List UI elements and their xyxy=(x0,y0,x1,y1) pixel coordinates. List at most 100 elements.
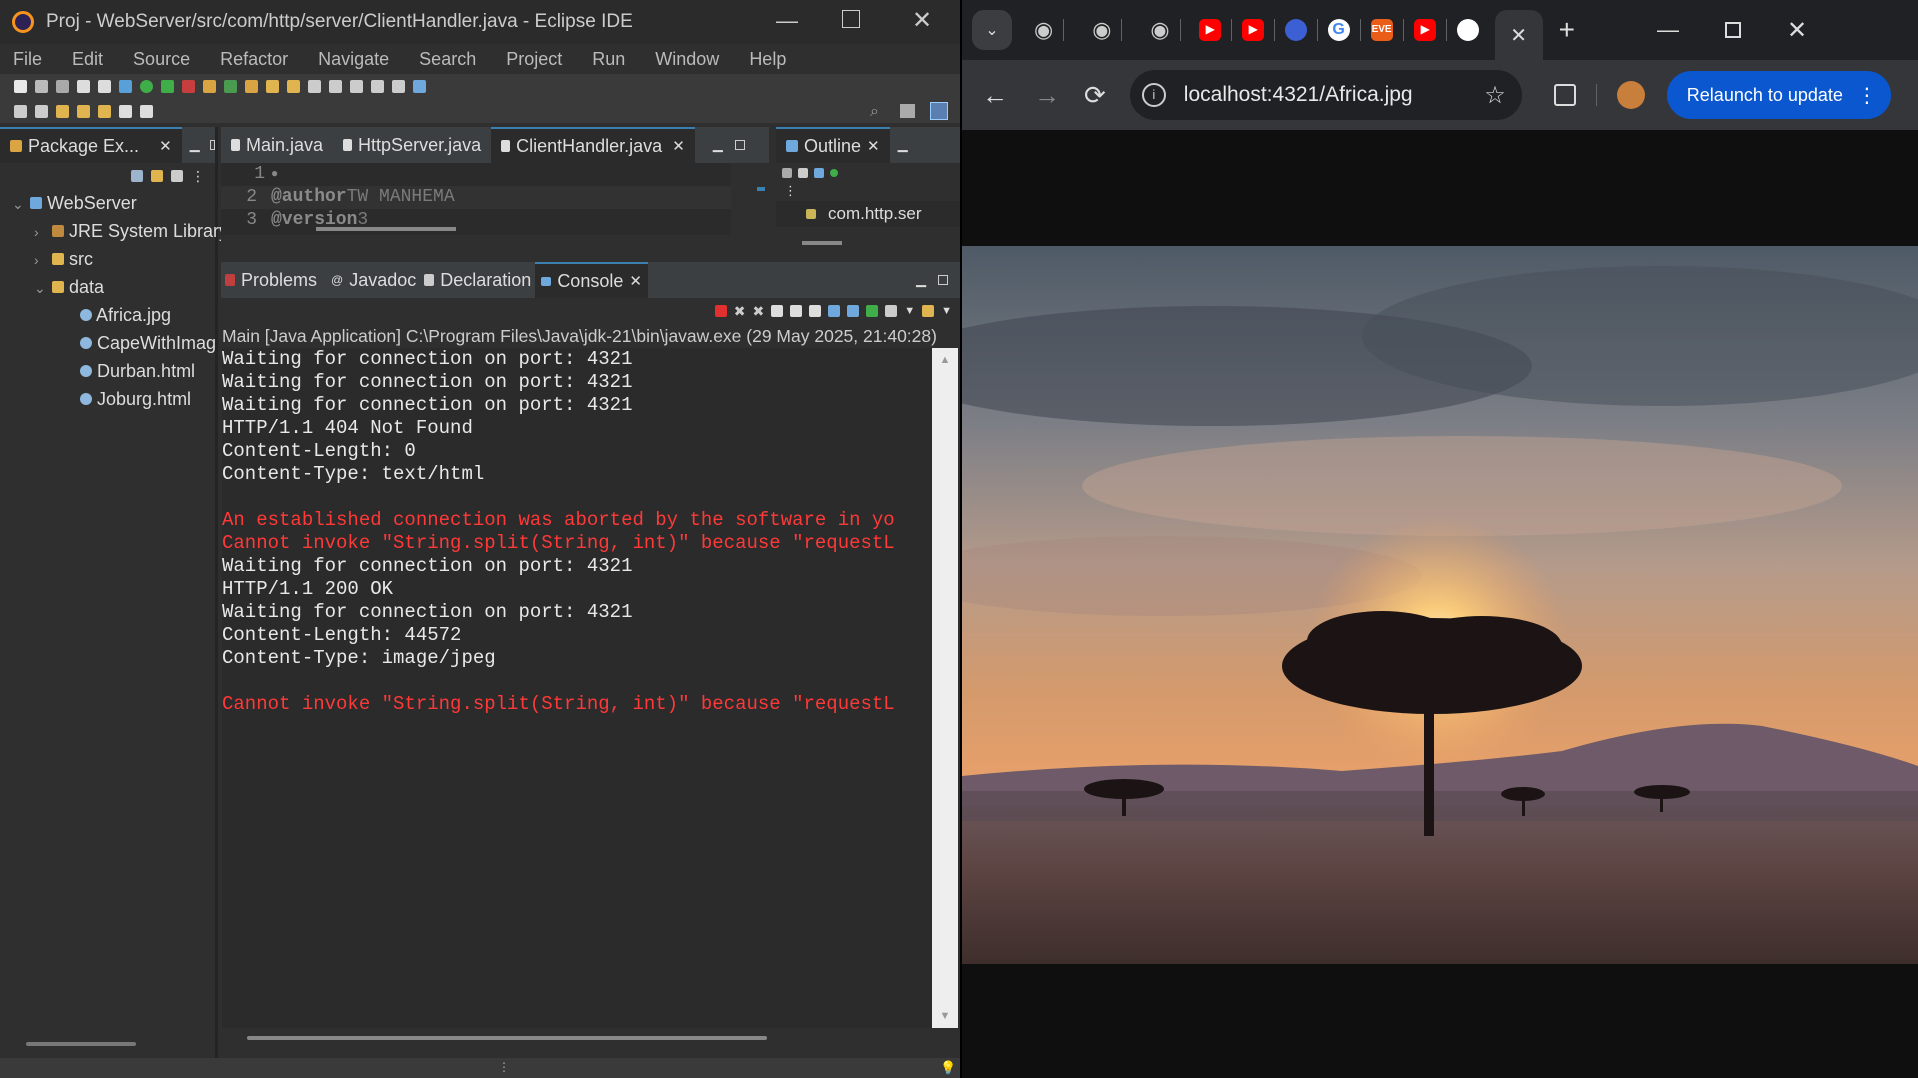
console-horizontal-scrollbar[interactable] xyxy=(247,1036,767,1040)
undo-icon[interactable] xyxy=(77,80,90,93)
clear-console-icon[interactable] xyxy=(771,305,784,317)
pin-console-icon[interactable] xyxy=(866,305,879,317)
tab-package-explorer[interactable]: Package Ex... ✕ xyxy=(0,127,182,163)
back-icon[interactable] xyxy=(98,104,111,118)
pen-icon[interactable] xyxy=(329,80,342,93)
tree-item-file[interactable]: CapeWithImag xyxy=(12,329,216,357)
globe-icon[interactable]: ◉ xyxy=(1034,17,1053,43)
status-menu-icon[interactable]: ⋮ xyxy=(498,1060,510,1074)
menu-run[interactable]: Run xyxy=(592,49,625,70)
menu-edit[interactable]: Edit xyxy=(72,49,103,70)
close-button[interactable]: ✕ xyxy=(1787,16,1807,45)
tree-item-file[interactable]: Africa.jpg xyxy=(12,301,215,329)
fold-icon[interactable]: ● xyxy=(271,163,278,186)
show-stderr-icon[interactable] xyxy=(847,305,860,317)
youtube-icon[interactable]: ▶ xyxy=(1241,19,1264,41)
maximize-editor-icon[interactable] xyxy=(413,80,426,93)
new-icon[interactable] xyxy=(14,80,27,93)
tree-item-project[interactable]: ⌄ WebServer xyxy=(12,189,215,217)
close-button[interactable]: ✕ xyxy=(912,6,932,35)
tab-problems[interactable]: Problems xyxy=(221,262,327,298)
tab-outline[interactable]: Outline ✕ xyxy=(776,127,890,163)
eve-icon[interactable]: EVE xyxy=(1370,19,1393,41)
maximize-view-icon[interactable] xyxy=(734,140,745,150)
forward-icon[interactable] xyxy=(119,104,132,118)
tree-item-data[interactable]: ⌄ data xyxy=(12,273,215,301)
outline-item[interactable]: com.http.ser xyxy=(776,201,960,227)
hide-fields-icon[interactable] xyxy=(798,168,808,178)
close-icon[interactable]: ✕ xyxy=(867,137,880,155)
console-vertical-scrollbar[interactable]: ▲ ▼ xyxy=(932,348,958,1028)
view-menu-icon[interactable]: ⋮ xyxy=(191,168,205,185)
bird-icon[interactable] xyxy=(1284,19,1307,41)
tab-search-button[interactable]: ⌄ xyxy=(972,10,1012,50)
whitespace-icon[interactable] xyxy=(392,80,405,93)
minimize-button[interactable]: — xyxy=(1657,17,1679,43)
outline-menu-icon[interactable]: ⋮ xyxy=(776,183,960,201)
youtube-icon[interactable]: ▶ xyxy=(1413,19,1436,41)
tree-item-src[interactable]: › src xyxy=(12,245,215,273)
menu-file[interactable]: File xyxy=(13,49,42,70)
external-tools-icon[interactable] xyxy=(182,80,195,93)
youtube-icon[interactable]: ▶ xyxy=(1198,19,1221,41)
new-class-icon[interactable] xyxy=(224,80,237,93)
menu-project[interactable]: Project xyxy=(506,49,562,70)
github-icon[interactable] xyxy=(1456,19,1479,41)
tree-item-file[interactable]: Joburg.html xyxy=(12,385,215,413)
new-package-icon[interactable] xyxy=(203,80,216,93)
new-tab-button[interactable]: + xyxy=(1559,14,1575,46)
open-perspective-icon[interactable] xyxy=(900,104,915,118)
java-perspective-icon[interactable] xyxy=(930,102,948,120)
word-wrap-icon[interactable] xyxy=(809,305,822,317)
globe-icon[interactable]: ◉ xyxy=(1092,17,1111,43)
profile-avatar[interactable] xyxy=(1616,81,1645,109)
horizontal-scrollbar[interactable] xyxy=(26,1042,136,1046)
toggle-mark-icon[interactable] xyxy=(350,80,363,93)
scroll-lock-icon[interactable] xyxy=(790,305,803,317)
maximize-view-icon[interactable] xyxy=(937,275,948,285)
menu-help[interactable]: Help xyxy=(749,49,786,70)
tab-httpserver-java[interactable]: HttpServer.java xyxy=(333,127,491,163)
maximize-button[interactable] xyxy=(842,10,860,28)
menu-navigate[interactable]: Navigate xyxy=(318,49,389,70)
editor-scrollbar[interactable] xyxy=(316,227,456,231)
close-tab-icon[interactable]: ✕ xyxy=(1510,23,1527,48)
next-annotation-icon[interactable] xyxy=(56,104,69,118)
minimize-button[interactable]: — xyxy=(776,8,798,34)
relaunch-button[interactable]: Relaunch to update ⋮ xyxy=(1666,71,1891,119)
more-menu-icon[interactable]: ⋮ xyxy=(1857,83,1877,108)
open-type-icon[interactable] xyxy=(245,80,258,93)
maximize-button[interactable] xyxy=(1724,22,1741,38)
redo-icon[interactable] xyxy=(98,80,111,93)
annotation-icon[interactable] xyxy=(308,80,321,93)
save-all-icon[interactable] xyxy=(56,80,69,93)
run-icon[interactable] xyxy=(140,80,153,93)
tab-declaration[interactable]: Declaration xyxy=(420,262,535,298)
maximize-view-icon[interactable] xyxy=(209,140,215,150)
sort-icon[interactable] xyxy=(782,168,792,178)
minimize-view-icon[interactable]: ▁ xyxy=(916,272,926,288)
menu-refactor[interactable]: Refactor xyxy=(220,49,288,70)
address-bar[interactable]: i localhost:4321/Africa.jpg ☆ xyxy=(1129,70,1522,120)
google-icon[interactable]: G xyxy=(1327,19,1350,41)
back-arrow-icon[interactable]: ← xyxy=(982,80,1008,111)
tab-clienthandler-java[interactable]: ClientHandler.java ✕ xyxy=(491,127,695,163)
tree-item-file[interactable]: Durban.html xyxy=(12,357,215,385)
prev-annotation-icon[interactable] xyxy=(77,104,90,118)
chevron-down-icon[interactable]: ▼ xyxy=(941,305,952,317)
extensions-icon[interactable] xyxy=(1553,84,1576,106)
search-icon[interactable]: ⌕ xyxy=(870,103,879,121)
pin-icon[interactable] xyxy=(35,104,48,118)
display-console-icon[interactable] xyxy=(885,305,898,317)
collapse-all-icon[interactable] xyxy=(131,170,143,182)
tab-console[interactable]: Console ✕ xyxy=(535,262,648,298)
search-tool-icon[interactable] xyxy=(287,80,300,93)
remove-all-icon[interactable]: ✖ xyxy=(752,303,764,320)
minimize-view-icon[interactable]: ▁ xyxy=(898,137,908,153)
bookmark-star-icon[interactable]: ☆ xyxy=(1484,81,1506,110)
tab-javadoc[interactable]: @ Javadoc xyxy=(327,262,420,298)
terminate-icon[interactable] xyxy=(714,305,727,317)
tree-item-jre[interactable]: › JRE System Library xyxy=(12,217,228,245)
forward-arrow-icon[interactable]: → xyxy=(1034,80,1060,111)
tab-main-java[interactable]: Main.java xyxy=(221,127,333,163)
